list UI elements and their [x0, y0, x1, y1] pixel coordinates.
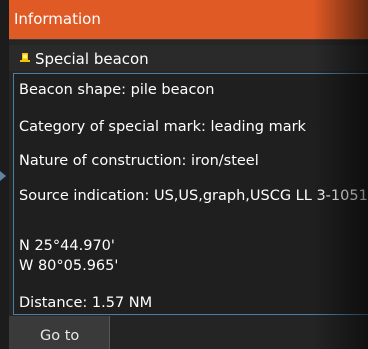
- distance-text: Distance: 1.57 NM: [19, 295, 153, 311]
- go-to-button[interactable]: Go to: [9, 316, 110, 349]
- construction-text: Nature of construction: iron/steel: [19, 153, 259, 169]
- information-panel: Information Special beacon Beacon shape:…: [9, 0, 368, 349]
- title-bar: Information: [9, 0, 368, 40]
- source-indication-text: Source indication: US,US,graph,USCG LL 3…: [19, 188, 368, 204]
- longitude-text: W 80°05.965': [19, 258, 119, 274]
- latitude-text: N 25°44.970': [19, 238, 115, 254]
- selected-object-row[interactable]: Special beacon: [9, 45, 368, 71]
- object-name: Special beacon: [35, 50, 149, 68]
- beacon-icon: [20, 53, 30, 62]
- details-box: Beacon shape: pile beacon Category of sp…: [13, 73, 368, 315]
- beacon-shape-text: Beacon shape: pile beacon: [19, 82, 215, 98]
- window-title: Information: [14, 10, 101, 28]
- expand-arrow-icon: [0, 171, 6, 181]
- go-to-label: Go to: [40, 328, 80, 344]
- category-text: Category of special mark: leading mark: [19, 119, 306, 135]
- action-bar: Go to: [9, 316, 368, 349]
